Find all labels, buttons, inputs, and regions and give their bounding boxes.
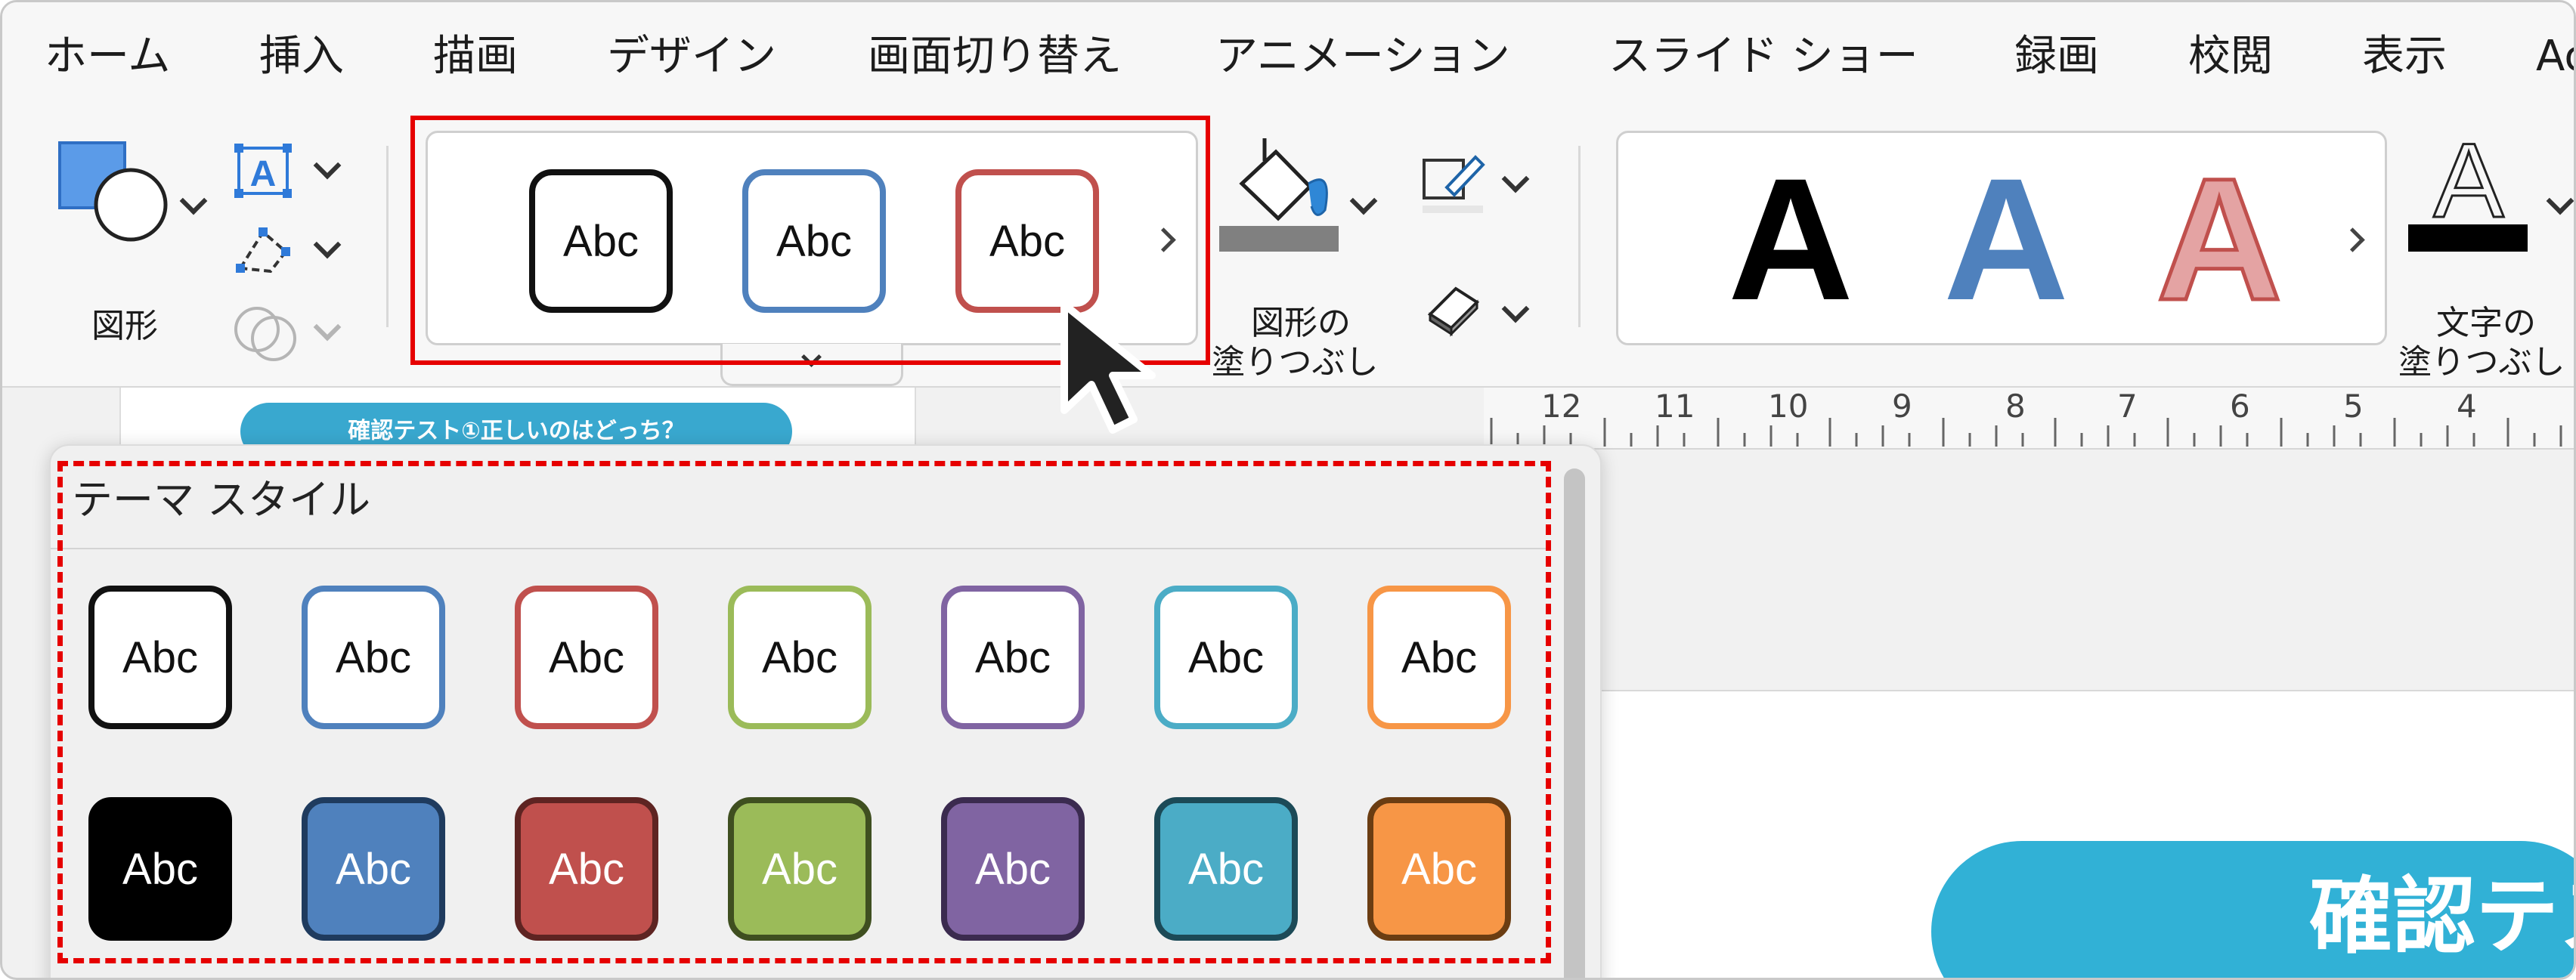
wordart-style-red[interactable]: A (2154, 150, 2283, 328)
shape-outline-dropdown-icon (1501, 165, 1530, 193)
eraser-icon (1427, 286, 1480, 337)
ribbon-separator (1578, 146, 1581, 327)
ruler-number: 5 (2343, 388, 2364, 425)
text-fill-label-2: 塗りつぶし (2398, 343, 2565, 382)
text-fill-icon: A (2408, 138, 2528, 252)
edit-shape-button[interactable] (233, 221, 354, 282)
ruler-number: 7 (2117, 388, 2138, 425)
shape-fill-dropdown-icon (1349, 187, 1378, 215)
text-box-icon: A (234, 144, 292, 198)
highlight-dashed-box (57, 461, 1551, 963)
ruler-number: 4 (2457, 388, 2477, 425)
horizontal-ruler: 12 11 10 9 8 7 6 5 4 (1484, 388, 2574, 450)
text-fill-label-1: 文字の (2436, 304, 2536, 342)
tab-design[interactable]: デザイン (607, 29, 776, 84)
tab-insert[interactable]: 挿入 (259, 29, 344, 84)
tab-home[interactable]: ホーム (45, 29, 170, 84)
app-window: ホーム 挿入 描画 デザイン 画面切り替え アニメーション スライド ショー 録… (0, 0, 2576, 980)
shape-fill-button[interactable]: 図形の 塗りつぶし (1212, 138, 1393, 382)
ribbon-separator (386, 146, 389, 327)
shapes-button[interactable]: 図形 (48, 138, 214, 357)
tab-view[interactable]: 表示 (2362, 29, 2447, 84)
text-fill-dropdown-icon (2546, 187, 2574, 215)
edit-shape-dropdown-icon (313, 230, 342, 259)
pen-icon (1423, 155, 1485, 213)
ruler-number: 12 (1541, 388, 1582, 425)
text-fill-button[interactable]: A 文字の 塗りつぶし (2398, 138, 2574, 382)
paint-bucket-icon (1219, 138, 1339, 252)
ruler-number: 9 (1892, 388, 1912, 425)
ribbon-tab-bar: ホーム 挿入 描画 デザイン 画面切り替え アニメーション スライド ショー 録… (2, 2, 2574, 108)
tab-review[interactable]: 校閲 (2188, 29, 2273, 84)
shape-fill-label-2: 塗りつぶし (1212, 343, 1379, 382)
merge-dropdown-icon (313, 313, 342, 342)
edit-shape-icon (236, 227, 290, 274)
tab-record[interactable]: 録画 (2014, 29, 2099, 84)
merge-shapes-icon (234, 307, 296, 361)
shapes-icon (58, 141, 168, 242)
wordart-next-icon[interactable] (2340, 227, 2365, 252)
text-box-button[interactable]: A (233, 142, 354, 202)
slide-title-banner[interactable]: 確認テス (1931, 841, 2574, 978)
ruler-number: 6 (2230, 388, 2250, 425)
panel-scrollbar[interactable] (1564, 468, 1585, 978)
svg-text:A: A (250, 154, 277, 194)
ruler-number: 10 (1768, 388, 1809, 425)
tab-slideshow[interactable]: スライド ショー (1608, 29, 1918, 84)
shape-outline-button[interactable] (1420, 150, 1540, 225)
shapes-dropdown-icon (179, 187, 208, 215)
shape-effects-dropdown-icon (1501, 295, 1530, 323)
ruler-number: 8 (2005, 388, 2026, 425)
ruler-number: 11 (1655, 388, 1695, 425)
tab-animations[interactable]: アニメーション (1215, 29, 1510, 84)
tab-transitions[interactable]: 画面切り替え (868, 29, 1122, 84)
merge-shapes-button[interactable] (233, 301, 354, 361)
wordart-style-black[interactable]: A (1728, 153, 1853, 326)
shape-effects-button[interactable] (1420, 278, 1540, 346)
text-box-dropdown-icon (313, 151, 342, 180)
shapes-label: 図形 (91, 307, 158, 345)
tab-draw[interactable]: 描画 (433, 29, 518, 84)
wordart-style-blue[interactable]: A (1943, 153, 2069, 326)
ruler-ticks (1490, 418, 2562, 447)
tab-acrobat[interactable]: Ac (2536, 29, 2574, 84)
svg-text:A: A (2433, 138, 2504, 240)
ribbon: 図形 A Abc Abc Abc 図形の 塗りつぶし A A A A 文字の 塗… (2, 108, 2574, 388)
wordart-gallery: A A A (1616, 131, 2387, 345)
shape-fill-label-1: 図形の (1251, 304, 1351, 342)
mouse-cursor-icon (1060, 301, 1156, 434)
